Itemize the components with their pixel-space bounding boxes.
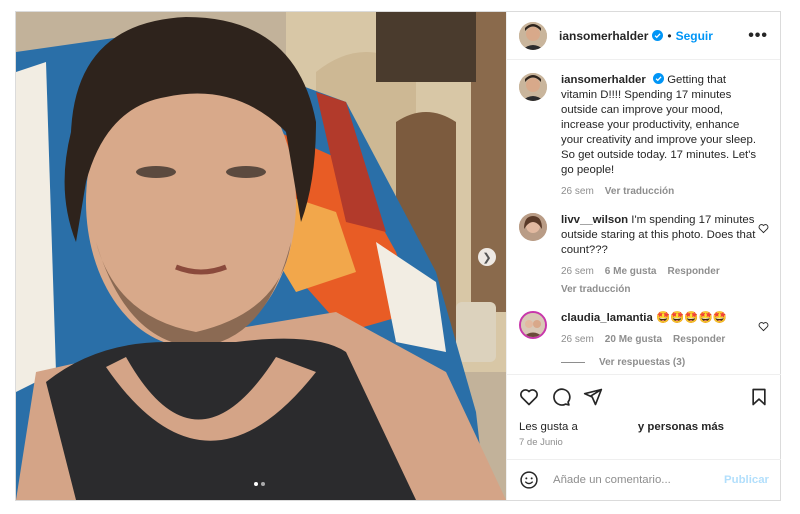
heart-icon[interactable] — [519, 387, 539, 407]
post-header: iansomerhalder • Seguir ••• — [507, 12, 780, 60]
verified-icon — [652, 30, 664, 41]
comment-icon[interactable] — [551, 387, 571, 407]
avatar[interactable] — [519, 213, 547, 241]
action-bar: Les gusta a y personas más 7 de Junio — [507, 374, 781, 448]
add-comment-bar: Publicar — [507, 459, 781, 500]
carousel-dot-active — [254, 482, 258, 486]
caption-time[interactable]: 26 sem — [561, 184, 594, 199]
follow-button[interactable]: Seguir — [676, 29, 713, 43]
likes-summary[interactable]: Les gusta a y personas más — [519, 421, 769, 433]
post-date[interactable]: 7 de Junio — [519, 437, 769, 448]
emoji-icon[interactable] — [519, 470, 539, 490]
comment-input[interactable] — [553, 474, 713, 486]
comment-item: claudia_lamantia 🤩🤩🤩🤩🤩 26 sem 20 Me gust… — [519, 311, 769, 347]
post-side-panel: iansomerhalder • Seguir ••• iansomerhald… — [506, 12, 781, 500]
carousel-dots — [254, 482, 265, 486]
more-icon[interactable]: ••• — [748, 27, 768, 45]
comment-username[interactable]: livv__wilson — [561, 214, 628, 226]
view-replies-button[interactable]: Ver respuestas (3) — [561, 357, 769, 368]
comment-time[interactable]: 26 sem — [561, 332, 594, 347]
likes-prefix: Les gusta a — [519, 421, 578, 433]
comment-heart-icon[interactable] — [758, 321, 769, 332]
header-separator: • — [667, 28, 672, 43]
publish-button[interactable]: Publicar — [724, 474, 769, 486]
next-arrow-icon[interactable]: ❯ — [478, 248, 496, 266]
comment-item: livv__wilson I'm spending 17 minutes out… — [519, 213, 769, 297]
post-photo[interactable]: ❯ — [16, 12, 506, 500]
share-icon[interactable] — [583, 387, 603, 407]
comment-text: 🤩🤩🤩🤩🤩 — [655, 312, 727, 324]
comment-heart-icon[interactable] — [758, 223, 769, 234]
view-replies-label: Ver respuestas (3) — [599, 357, 686, 368]
comment-likes[interactable]: 20 Me gusta — [605, 332, 662, 347]
avatar[interactable] — [519, 21, 547, 50]
likes-suffix: y personas más — [637, 421, 725, 433]
replies-divider — [561, 362, 585, 363]
comments-list[interactable]: iansomerhalder Getting that vitamin D!!!… — [507, 61, 781, 374]
verified-icon — [653, 73, 665, 84]
caption-username[interactable]: iansomerhalder — [561, 74, 646, 86]
avatar[interactable] — [519, 311, 547, 339]
author-username[interactable]: iansomerhalder — [559, 29, 648, 43]
selfie-image — [16, 12, 506, 500]
carousel-dot — [261, 482, 265, 486]
comment-time[interactable]: 26 sem — [561, 264, 594, 279]
bookmark-icon[interactable] — [749, 387, 769, 407]
reply-button[interactable]: Responder — [667, 264, 719, 279]
comment-username[interactable]: claudia_lamantia — [561, 312, 653, 324]
avatar[interactable] — [519, 73, 547, 101]
translate-link[interactable]: Ver traducción — [605, 184, 674, 199]
caption-text: Getting that vitamin D!!!! Spending 17 m… — [561, 74, 757, 176]
translate-link[interactable]: Ver traducción — [561, 282, 761, 297]
reply-button[interactable]: Responder — [673, 332, 725, 347]
post-modal: ❯ iansomerhalder • Seguir ••• iansomerha… — [15, 11, 781, 501]
comment-likes[interactable]: 6 Me gusta — [605, 264, 657, 279]
caption: iansomerhalder Getting that vitamin D!!!… — [519, 73, 769, 199]
